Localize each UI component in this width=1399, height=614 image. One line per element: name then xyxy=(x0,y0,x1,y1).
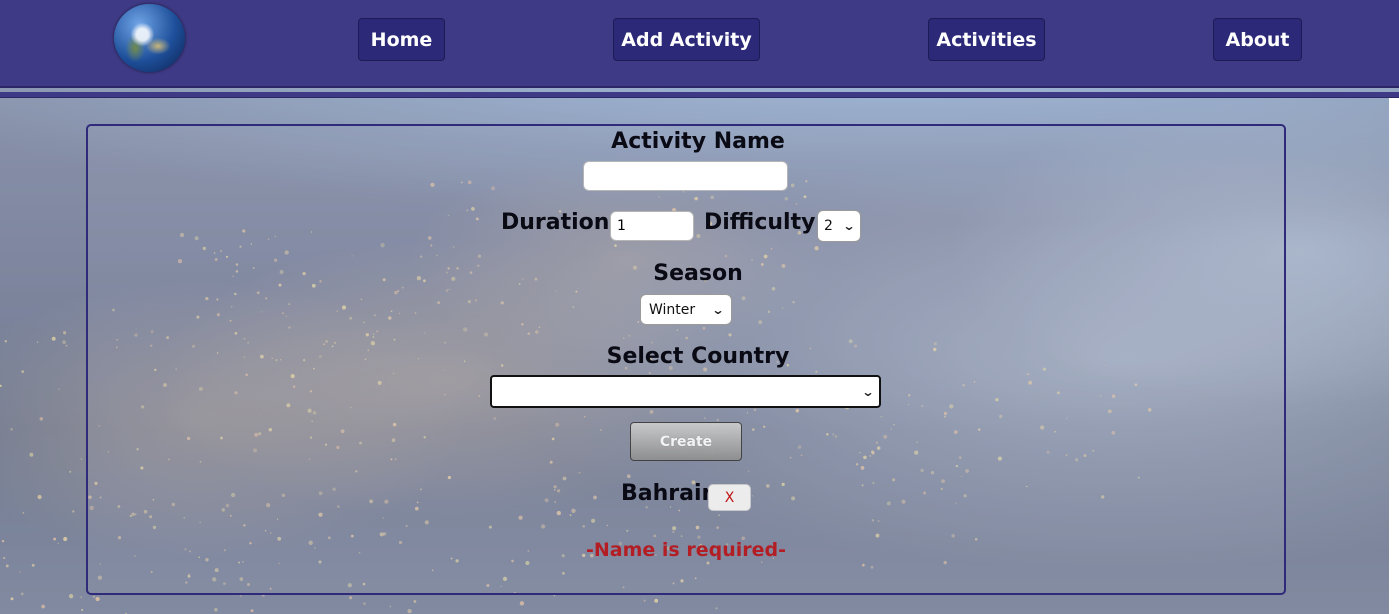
activity-name-label: Activity Name xyxy=(611,129,785,154)
season-value: Winter xyxy=(649,301,696,318)
duration-input[interactable]: 1 xyxy=(610,211,694,241)
season-label: Season xyxy=(653,261,743,286)
remove-country-button[interactable]: X xyxy=(708,484,751,511)
error-message: -Name is required- xyxy=(586,539,786,561)
difficulty-label: Difficulty xyxy=(704,210,816,235)
nav-home-button[interactable]: Home xyxy=(358,18,445,61)
earth-globe-icon[interactable] xyxy=(114,4,185,72)
difficulty-select[interactable]: 2 ⌄ xyxy=(817,210,861,242)
navbar: Home Add Activity Activities About xyxy=(0,0,1399,88)
selected-country-name: Bahrain xyxy=(621,481,718,506)
difficulty-value: 2 xyxy=(824,218,833,234)
duration-label: Duration xyxy=(501,210,610,235)
season-select[interactable]: Winter ⌄ xyxy=(640,294,732,325)
nav-add-activity-button[interactable]: Add Activity xyxy=(613,18,760,61)
duration-value: 1 xyxy=(617,218,626,234)
chevron-down-icon: ⌄ xyxy=(861,384,875,399)
country-label: Select Country xyxy=(606,344,790,369)
country-select[interactable]: ⌄ xyxy=(490,375,881,408)
chevron-down-icon: ⌄ xyxy=(842,219,856,233)
nav-activities-button[interactable]: Activities xyxy=(928,18,1045,61)
create-button[interactable]: Create xyxy=(630,422,742,461)
chevron-down-icon: ⌄ xyxy=(711,302,725,317)
nav-about-button[interactable]: About xyxy=(1213,18,1302,61)
activity-name-input[interactable] xyxy=(583,161,788,191)
navbar-divider xyxy=(0,92,1399,98)
